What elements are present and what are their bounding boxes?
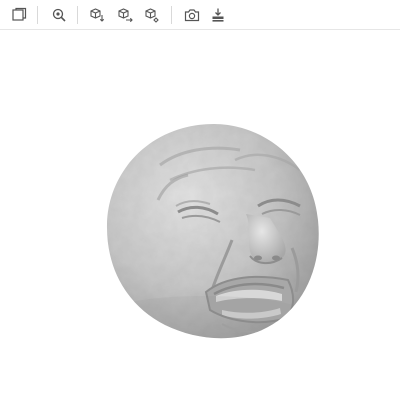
toolbar-divider bbox=[171, 6, 172, 24]
screenshot-button[interactable] bbox=[181, 4, 203, 26]
toolbar-divider bbox=[37, 6, 38, 24]
grimacing-face-model[interactable] bbox=[0, 30, 400, 400]
download-button[interactable] bbox=[207, 4, 229, 26]
cube-rotate-free-icon bbox=[145, 8, 159, 23]
fit-view-button[interactable] bbox=[8, 4, 30, 26]
fit-view-icon bbox=[12, 7, 27, 21]
zoom-region-button[interactable] bbox=[48, 4, 70, 26]
cube-rotate-down-icon bbox=[90, 8, 105, 22]
cube-rotate-right-icon bbox=[118, 8, 133, 23]
magnifier-zoom-icon bbox=[52, 8, 66, 22]
3d-viewport[interactable] bbox=[0, 30, 400, 400]
rotate-down-button[interactable] bbox=[86, 4, 108, 26]
camera-icon bbox=[184, 9, 200, 22]
viewer-toolbar bbox=[0, 0, 400, 30]
toolbar-divider bbox=[77, 6, 78, 24]
rotate-right-button[interactable] bbox=[114, 4, 136, 26]
download-icon bbox=[212, 8, 224, 22]
rotate-free-button[interactable] bbox=[141, 4, 163, 26]
